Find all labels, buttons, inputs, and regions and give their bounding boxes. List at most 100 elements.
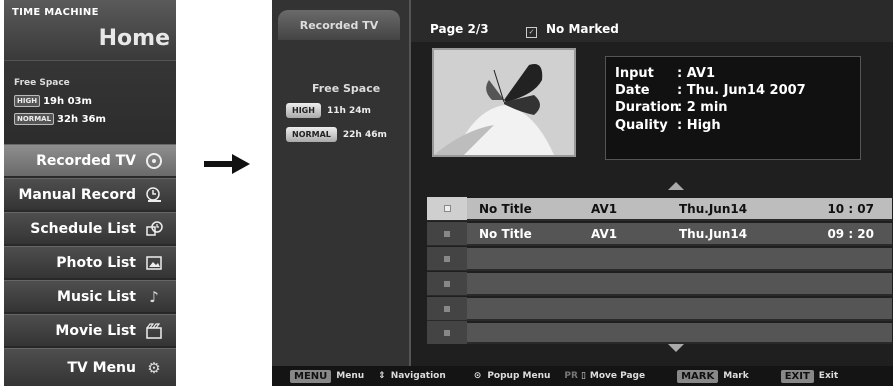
row-time: 09 : 20	[827, 226, 874, 241]
menu-item-photo-list[interactable]: Photo List	[4, 246, 176, 278]
empty-list-item	[427, 321, 892, 344]
help-mark: MARK Mark	[677, 369, 749, 383]
home-title: Home	[98, 26, 170, 51]
row-checkbox[interactable]	[427, 222, 467, 245]
empty-list-item	[427, 247, 892, 271]
film-reel-icon	[144, 151, 164, 171]
info-date: Date : Thu. Jun14 2007	[615, 83, 806, 98]
info-input-label: Input	[615, 66, 654, 81]
high-badge: HIGH	[14, 95, 41, 107]
exit-key: EXIT	[780, 369, 814, 383]
record-clock-icon	[144, 185, 164, 205]
menu-label: Menu	[336, 371, 365, 381]
recorded-tv-content: Recorded TV Free Space HIGH 11h 24m NORM…	[272, 0, 893, 386]
page-indicator: Page 2/3	[430, 22, 489, 36]
menu-item-tv-menu[interactable]: TV Menu ⚙	[4, 348, 176, 386]
info-quality-value: : High	[677, 118, 721, 133]
info-quality: Quality : High	[615, 118, 721, 133]
info-quality-label: Quality	[615, 118, 668, 133]
free-space-label: Free Space	[14, 78, 70, 88]
mark-label: Mark	[723, 371, 749, 381]
scroll-up-icon[interactable]	[668, 182, 684, 190]
scroll-down-icon[interactable]	[668, 344, 684, 352]
row-checkbox	[427, 247, 467, 270]
tab-recorded-tv[interactable]: Recorded TV	[278, 10, 400, 40]
help-menu: MENU Menu	[290, 369, 365, 383]
menu-item-label: TV Menu	[67, 359, 136, 376]
empty-list-item	[427, 297, 892, 321]
music-note-icon: ♪	[149, 287, 159, 306]
empty-list-item	[427, 272, 892, 296]
info-date-label: Date	[615, 83, 650, 98]
exit-label: Exit	[818, 371, 839, 381]
normal-badge: NORMAL	[14, 113, 55, 125]
free-space-normal: NORMAL 32h 36m	[14, 113, 106, 125]
row-checkbox	[427, 297, 467, 320]
info-input-value: : AV1	[677, 66, 716, 81]
menu-item-label: Music List	[57, 288, 136, 305]
row-checkbox	[427, 272, 467, 295]
row-date: Thu.Jun14	[679, 201, 748, 216]
menu-key: MENU	[290, 369, 332, 383]
row-input: AV1	[591, 201, 618, 216]
bottom-help-bar: MENU Menu ⇕ Navigation ⊙ Popup Menu PR ▯…	[272, 366, 893, 386]
help-move-page: PR ▯ Move Page	[564, 371, 645, 381]
free-space-normal-time: 32h 36m	[57, 113, 106, 125]
time-machine-title: TIME MACHINE	[12, 7, 99, 18]
free-space-high-time: 19h 03m	[43, 95, 92, 107]
normal-badge: NORMAL	[286, 127, 337, 142]
row-title: No Title	[479, 201, 532, 216]
pr-updown-icon: ▯	[580, 371, 586, 381]
menu-item-label: Recorded TV	[36, 152, 136, 169]
menu-item-movie-list[interactable]: Movie List	[4, 314, 176, 346]
photo-icon	[144, 253, 164, 273]
help-exit: EXIT Exit	[780, 369, 839, 383]
pr-key: PR	[564, 371, 578, 381]
popup-label: Popup Menu	[487, 371, 551, 381]
free-space-high: HIGH 11h 24m	[286, 103, 371, 118]
recording-list: No Title AV1 Thu.Jun14 10 : 07 No Title …	[427, 197, 892, 344]
menu-item-schedule-list[interactable]: Schedule List	[4, 212, 176, 244]
mark-key: MARK	[677, 369, 719, 383]
tab-label: Recorded TV	[299, 18, 379, 32]
menu-item-label: Movie List	[55, 322, 136, 339]
side-panel	[272, 0, 411, 366]
high-badge: HIGH	[286, 103, 321, 118]
row-checkbox[interactable]	[427, 197, 467, 220]
free-space-normal: NORMAL 22h 46m	[286, 127, 387, 142]
movie-icon	[144, 321, 164, 341]
menu-item-music-list[interactable]: Music List ♪	[4, 280, 176, 312]
info-date-value: : Thu. Jun14 2007	[677, 83, 806, 98]
navigation-updown-icon: ⇕	[378, 371, 386, 381]
help-popup: ⊙ Popup Menu	[474, 371, 551, 381]
help-navigation: ⇕ Navigation	[378, 371, 446, 381]
row-title: No Title	[479, 226, 532, 241]
info-input: Input : AV1	[615, 66, 715, 81]
menu-item-label: Manual Record	[18, 186, 136, 203]
menu-item-recorded-tv[interactable]: Recorded TV	[4, 144, 176, 176]
menu-item-manual-record[interactable]: Manual Record	[4, 178, 176, 210]
info-duration-value: : 2 min	[677, 100, 728, 115]
gears-icon: ⚙	[147, 358, 161, 377]
ok-button-icon: ⊙	[473, 371, 482, 381]
arrow-right-icon	[204, 154, 250, 174]
info-duration-label: Duration	[615, 100, 680, 115]
free-space-high-time: 11h 24m	[326, 105, 371, 116]
info-duration: Duration : 2 min	[615, 100, 728, 115]
list-item[interactable]: No Title AV1 Thu.Jun14 10 : 07	[427, 197, 892, 221]
schedule-clock-icon	[144, 219, 164, 239]
row-date: Thu.Jun14	[679, 226, 748, 241]
menu-item-label: Schedule List	[30, 220, 136, 237]
row-checkbox	[427, 321, 467, 344]
free-space-high: HIGH 19h 03m	[14, 95, 92, 107]
free-space-normal-time: 22h 46m	[342, 129, 387, 140]
menu-item-label: Photo List	[56, 254, 136, 271]
marked-checkbox-icon: ✓	[526, 27, 537, 38]
list-item[interactable]: No Title AV1 Thu.Jun14 09 : 20	[427, 222, 892, 246]
row-input: AV1	[591, 226, 618, 241]
thumbnail-preview	[432, 48, 576, 157]
row-time: 10 : 07	[827, 201, 874, 216]
marked-status: No Marked	[546, 22, 619, 36]
move-page-label: Move Page	[589, 371, 646, 381]
free-space-label: Free Space	[312, 82, 381, 95]
